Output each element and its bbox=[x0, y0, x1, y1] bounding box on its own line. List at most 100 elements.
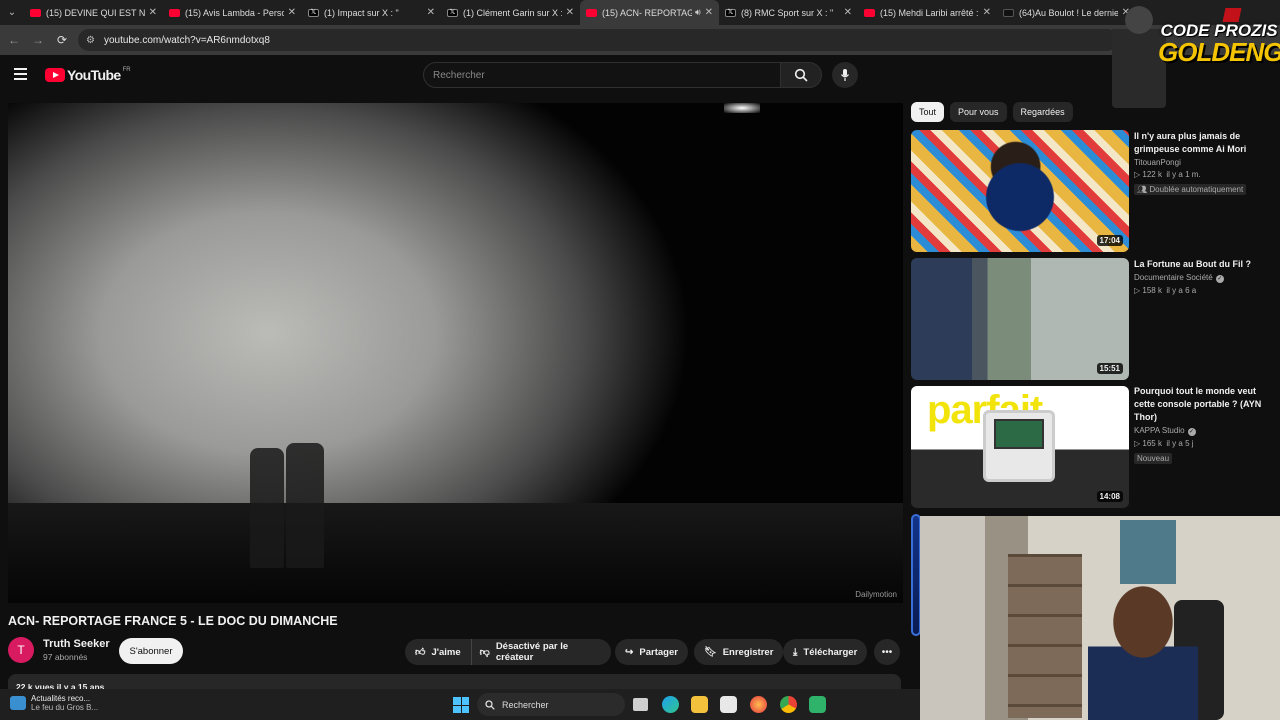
recommendation-channel-row[interactable]: Documentaire Société ✓ bbox=[1134, 273, 1264, 283]
voice-search-button[interactable] bbox=[832, 62, 858, 88]
tiktok-icon bbox=[1003, 8, 1014, 17]
search-box[interactable] bbox=[423, 62, 781, 88]
file-explorer-icon[interactable] bbox=[691, 696, 708, 713]
tab-close-icon[interactable]: ✕ bbox=[983, 7, 991, 18]
tab-close-icon[interactable]: ✕ bbox=[149, 7, 157, 18]
app-icon[interactable] bbox=[809, 696, 826, 713]
recommendation-channel-row[interactable]: KAPPA Studio ✓ bbox=[1134, 426, 1264, 436]
subscriber-count: 97 abonnés bbox=[43, 652, 88, 662]
youtube-logo[interactable]: YouTube FR bbox=[45, 67, 131, 83]
chip-for-you[interactable]: Pour vous bbox=[950, 102, 1007, 122]
video-duration: 14:08 bbox=[1096, 491, 1123, 502]
tab-close-icon[interactable]: ✕ bbox=[427, 7, 435, 18]
news-widget[interactable]: Actualités reco... Le feu du Gros B... bbox=[10, 694, 98, 712]
tab-title: (8) RMC Sport sur X : " bbox=[741, 7, 834, 18]
site-info-icon[interactable]: ⚙ bbox=[86, 35, 95, 46]
browser-tab[interactable]: (15) Mehdi Laribi arrêté : ✕ bbox=[858, 0, 997, 25]
recommendation-views: 165 k bbox=[1142, 439, 1162, 448]
download-label: Télécharger bbox=[803, 646, 858, 658]
search-input[interactable] bbox=[433, 69, 780, 81]
edge-icon[interactable] bbox=[662, 696, 679, 713]
video-duration: 17:04 bbox=[1096, 235, 1123, 246]
browser-tab[interactable]: 𝕏 (1) Impact sur X : " ✕ bbox=[302, 0, 441, 25]
recommendation-info[interactable]: Pourquoi tout le monde veut cette consol… bbox=[1134, 385, 1264, 466]
taskbar-search-label: Rechercher bbox=[502, 699, 549, 710]
recommendation-info[interactable]: La Fortune au Bout du Fil ? Documentaire… bbox=[1134, 258, 1264, 295]
save-label: Enregistrer bbox=[722, 646, 774, 658]
download-icon: ⤓ bbox=[793, 646, 798, 658]
filter-chips: Tout Pour vous Regardées bbox=[911, 102, 1079, 122]
news-title: Actualités reco... bbox=[31, 694, 91, 703]
recommendation-age: il y a 1 m. bbox=[1166, 170, 1201, 179]
auto-dubbed-badge: 👥︎ Doublée automatiquement bbox=[1134, 184, 1247, 195]
store-icon[interactable] bbox=[720, 696, 737, 713]
x-icon: 𝕏 bbox=[725, 8, 736, 17]
tab-title: (1) Clément Garin sur X : " bbox=[463, 7, 562, 18]
like-button[interactable]: 👍︎ J'aime bbox=[405, 639, 472, 665]
browser-tab[interactable]: (15) DEVINE QUI EST NAT ✕ bbox=[24, 0, 163, 25]
dislike-button[interactable]: 👎︎ Désactivé par le créateur bbox=[472, 641, 611, 663]
youtube-icon bbox=[169, 8, 180, 17]
browser-tab[interactable]: 𝕏 (1) Clément Garin sur X : " ✕ bbox=[441, 0, 580, 25]
video-watermark: Dailymotion bbox=[855, 590, 897, 599]
tab-close-icon[interactable]: ✕ bbox=[705, 7, 713, 18]
search-button[interactable] bbox=[780, 62, 822, 88]
tab-close-icon[interactable]: ✕ bbox=[844, 7, 852, 18]
menu-icon[interactable] bbox=[14, 68, 27, 83]
browser-tab[interactable]: (15) Avis Lambda - Person ✕ bbox=[163, 0, 302, 25]
promo-logo-overlay: CODE PROZIS GOLDENG bbox=[1106, 2, 1280, 112]
recommendation-info[interactable]: Il n'y aura plus jamais de grimpeuse com… bbox=[1134, 130, 1264, 197]
youtube-icon bbox=[864, 8, 875, 17]
recommendation-thumbnail[interactable]: 15:51 bbox=[911, 258, 1129, 380]
save-button[interactable]: 🔖︎ Enregistrer bbox=[694, 639, 784, 665]
tab-close-icon[interactable]: ✕ bbox=[566, 7, 574, 18]
promo-logo-line2: GOLDENG bbox=[1158, 37, 1280, 67]
channel-name[interactable]: Truth Seeker bbox=[43, 638, 110, 650]
chip-watched[interactable]: Regardées bbox=[1012, 102, 1073, 122]
browser-toolbar: ← → ⟳ ⚙ youtube.com/watch?v=AR6nmdotxq8 bbox=[0, 25, 1280, 55]
recommendation-age: il y a 6 a bbox=[1166, 286, 1197, 295]
youtube-header: YouTube FR bbox=[0, 55, 1280, 95]
thumbs-down-icon: 👎︎ bbox=[479, 647, 490, 658]
like-label: J'aime bbox=[431, 646, 461, 658]
dislike-label: Désactivé par le créateur bbox=[495, 641, 569, 663]
taskbar-search[interactable]: Rechercher bbox=[477, 693, 625, 716]
firefox-icon[interactable] bbox=[750, 696, 767, 713]
share-button[interactable]: ↪ Partager bbox=[615, 639, 688, 665]
webcam-overlay bbox=[920, 516, 1280, 720]
back-icon[interactable]: ← bbox=[2, 33, 26, 47]
video-player[interactable]: Dailymotion bbox=[8, 103, 903, 603]
chip-all[interactable]: Tout bbox=[911, 102, 945, 122]
channel-avatar[interactable]: T bbox=[8, 637, 34, 663]
audio-playing-icon[interactable]: 🔊︎ bbox=[695, 7, 701, 18]
recommendation-thumbnail[interactable]: parfait 14:08 bbox=[911, 386, 1129, 508]
reload-icon[interactable]: ⟳ bbox=[50, 33, 74, 47]
task-view-icon[interactable] bbox=[633, 698, 648, 711]
tab-search-menu-icon[interactable]: ⌄ bbox=[0, 0, 24, 25]
video-floor-shadow bbox=[8, 503, 903, 603]
tab-title: (64)Au Boulot ! Le dernie bbox=[1019, 7, 1118, 18]
youtube-play-icon bbox=[45, 68, 65, 82]
share-label: Partager bbox=[639, 646, 678, 658]
new-badge: Nouveau bbox=[1134, 453, 1173, 464]
browser-tab[interactable]: 𝕏 (8) RMC Sport sur X : " ✕ bbox=[719, 0, 858, 25]
recommendation-title[interactable]: La Fortune au Bout du Fil ? bbox=[1134, 258, 1264, 271]
recommendation-title[interactable]: Pourquoi tout le monde veut cette consol… bbox=[1134, 385, 1264, 424]
browser-tab[interactable]: (15) ACN- REPORTAG 🔊︎ ✕ bbox=[580, 0, 719, 25]
forward-icon[interactable]: → bbox=[26, 33, 50, 47]
more-actions-icon[interactable]: ••• bbox=[874, 639, 900, 665]
chrome-icon[interactable] bbox=[780, 696, 797, 713]
recommendation-views: 158 k bbox=[1142, 286, 1162, 295]
recommendation-thumbnail[interactable]: 17:04 bbox=[911, 130, 1129, 252]
news-icon bbox=[10, 696, 26, 710]
windows-start-icon[interactable] bbox=[453, 697, 469, 713]
tab-close-icon[interactable]: ✕ bbox=[288, 7, 296, 18]
tab-title: (15) Mehdi Laribi arrêté : bbox=[880, 7, 979, 18]
subscribe-button[interactable]: S'abonner bbox=[119, 638, 183, 664]
recommendation-title[interactable]: Il n'y aura plus jamais de grimpeuse com… bbox=[1134, 130, 1264, 156]
address-bar[interactable]: ⚙ youtube.com/watch?v=AR6nmdotxq8 bbox=[78, 29, 1118, 51]
tab-title: (15) ACN- REPORTAG bbox=[602, 7, 692, 18]
download-button[interactable]: ⤓ Télécharger bbox=[783, 639, 868, 665]
recommendation-channel[interactable]: TitouanPongi bbox=[1134, 158, 1264, 167]
webcam-bookshelf bbox=[1008, 554, 1082, 718]
